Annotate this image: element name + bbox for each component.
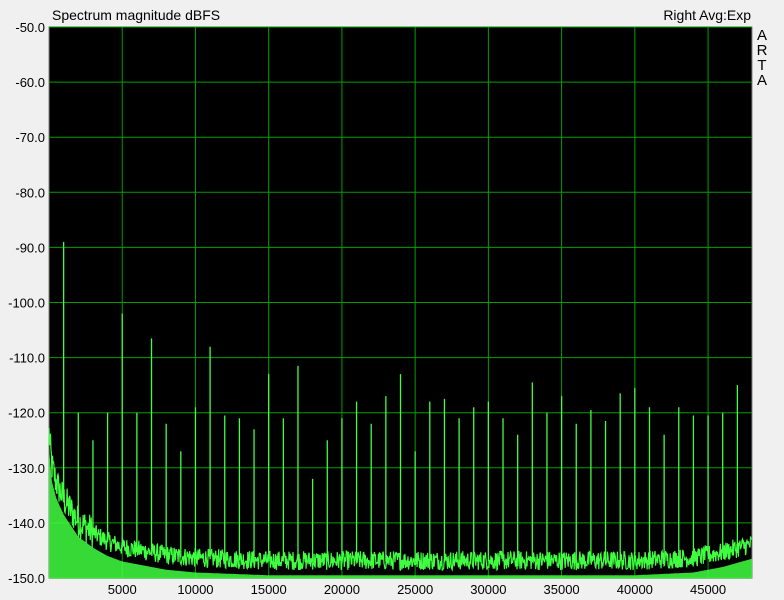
y-tick-label: -130.0	[8, 461, 45, 476]
x-tick-label: 20000	[324, 582, 360, 597]
x-tick-label: 45000	[690, 582, 726, 597]
x-tick-label: 25000	[397, 582, 433, 597]
chart-title: Spectrum magnitude dBFS	[52, 7, 220, 23]
spectrum-chart: Spectrum magnitude dBFS Right Avg:Exp AR…	[8, 7, 768, 597]
vendor-label: ARTA	[757, 27, 768, 89]
y-tick-label: -60.0	[15, 75, 45, 90]
y-tick-label: -90.0	[15, 240, 45, 255]
y-tick-label: -110.0	[9, 351, 45, 366]
chart-legend: Right Avg:Exp	[663, 7, 751, 23]
y-tick-label: -80.0	[15, 185, 45, 200]
y-tick-label: -50.0	[15, 20, 45, 35]
y-tick-label: -140.0	[8, 516, 45, 531]
y-tick-label: -150.0	[8, 571, 45, 586]
x-tick-label: 35000	[544, 582, 580, 597]
x-tick-label: 10000	[177, 582, 213, 597]
x-axis-ticks: 5000 10000 15000 20000 25000 30000 35000 40000 4…	[108, 582, 726, 597]
x-tick-label: 30000	[470, 582, 506, 597]
x-tick-label: 40000	[617, 582, 653, 597]
y-axis-ticks: -50.0 -60.0 -70.0 -80.0 -90.0 -100.0 -110.0 -12…	[8, 20, 45, 586]
y-tick-label: -100.0	[8, 296, 45, 311]
x-tick-label: 5000	[108, 582, 137, 597]
x-tick-label: 15000	[251, 582, 287, 597]
y-tick-label: -70.0	[15, 130, 45, 145]
y-tick-label: -120.0	[8, 406, 45, 421]
